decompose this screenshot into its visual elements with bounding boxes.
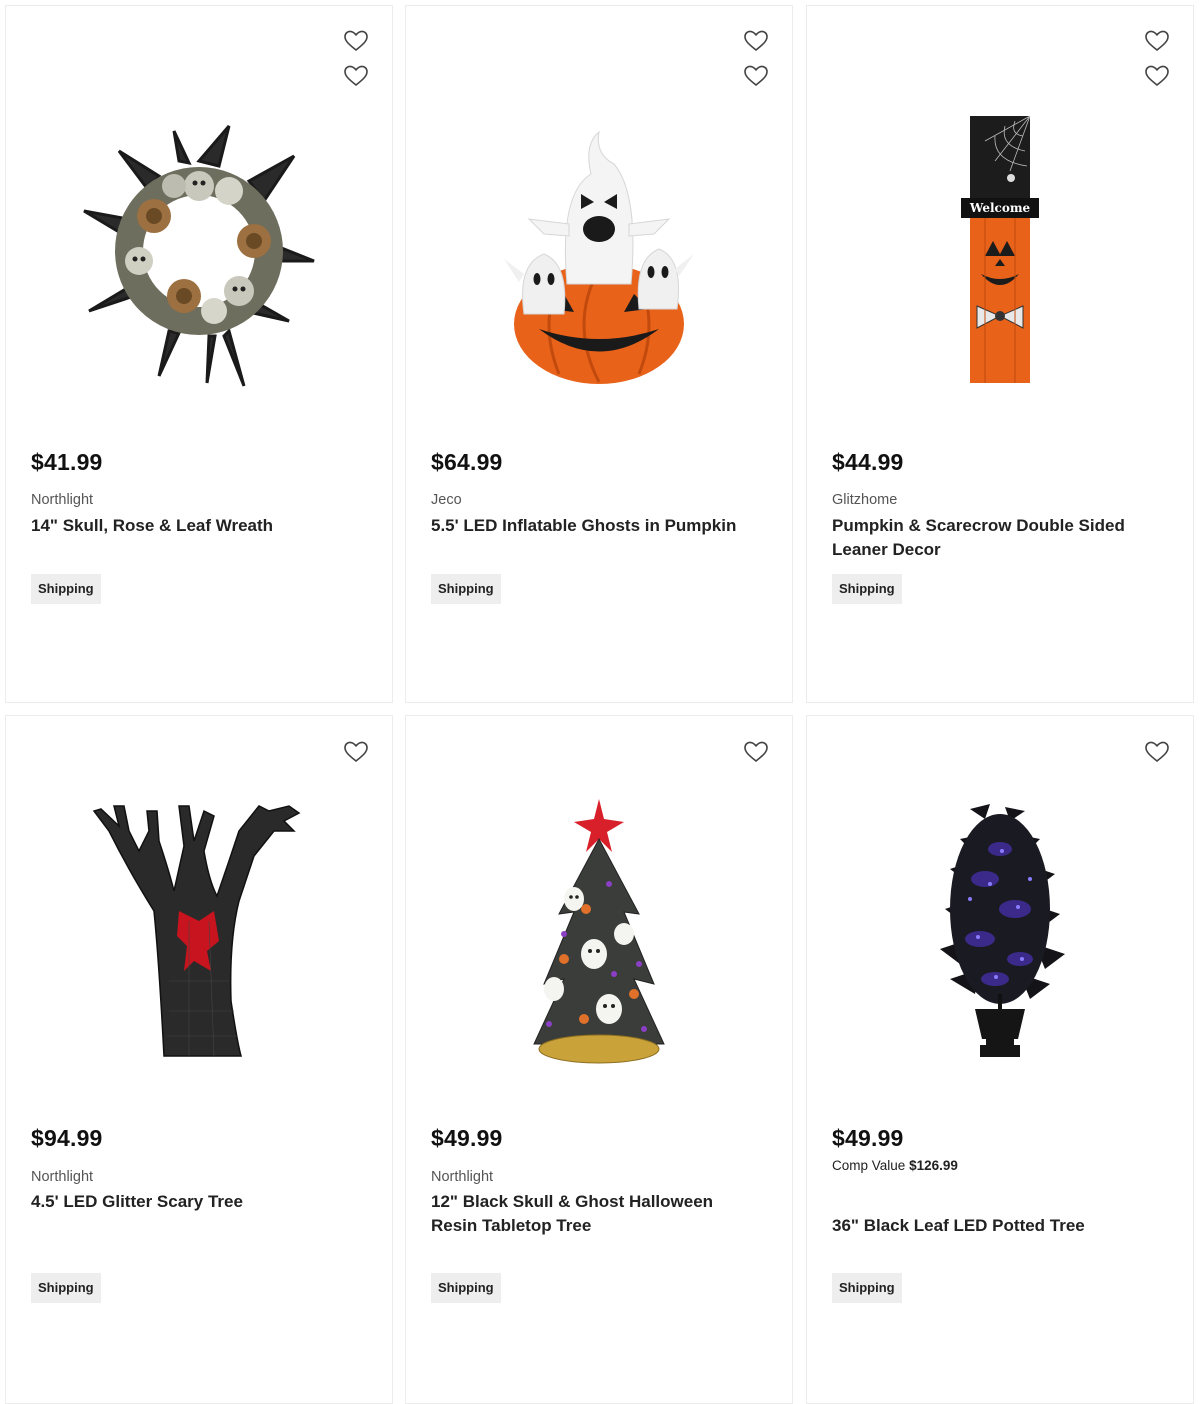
product-image-wreath[interactable] [6, 116, 392, 396]
product-card[interactable]: $94.99 Northlight 4.5' LED Glitter Scary… [5, 715, 393, 1404]
product-title[interactable]: Pumpkin & Scarecrow Double Sided Leaner … [832, 514, 1162, 562]
product-card[interactable]: $41.99 Northlight 14" Skull, Rose & Leaf… [5, 5, 393, 703]
product-brand[interactable]: Jeco [431, 492, 462, 508]
product-card[interactable]: $64.99 Jeco 5.5' LED Inflatable Ghosts i… [405, 5, 793, 703]
product-title[interactable]: 5.5' LED Inflatable Ghosts in Pumpkin [431, 514, 761, 538]
product-card[interactable]: $49.99 Northlight 12" Black Skull & Ghos… [405, 715, 793, 1404]
heart-icon[interactable] [743, 64, 769, 88]
welcome-sign: Welcome [969, 201, 1031, 215]
product-brand[interactable]: Northlight [31, 1169, 93, 1185]
product-price: $49.99 [431, 1125, 503, 1151]
product-price: $49.99 [832, 1125, 904, 1151]
product-card[interactable]: $49.99 Comp Value $126.99 36" Black Leaf… [806, 715, 1194, 1404]
product-brand[interactable]: Northlight [31, 492, 93, 508]
product-title[interactable]: 4.5' LED Glitter Scary Tree [31, 1190, 361, 1214]
shipping-badge: Shipping [431, 574, 501, 604]
heart-icon[interactable] [343, 29, 369, 53]
product-price: $44.99 [832, 449, 904, 475]
comp-value: Comp Value $126.99 [832, 1158, 958, 1173]
heart-icon[interactable] [743, 29, 769, 53]
heart-icon[interactable] [743, 740, 769, 764]
product-price: $64.99 [431, 449, 503, 475]
shipping-badge: Shipping [832, 574, 902, 604]
product-card[interactable]: Welcome $44.99 Glitzhome Pumpkin & Scare… [806, 5, 1194, 703]
product-price: $94.99 [31, 1125, 103, 1151]
shipping-badge: Shipping [31, 574, 101, 604]
product-image-inflatable[interactable] [406, 116, 792, 396]
product-title[interactable]: 36" Black Leaf LED Potted Tree [832, 1214, 1162, 1238]
product-image-potted-tree[interactable] [807, 796, 1193, 1066]
product-brand[interactable]: Northlight [431, 1169, 493, 1185]
product-title[interactable]: 14" Skull, Rose & Leaf Wreath [31, 514, 361, 538]
product-brand[interactable]: Glitzhome [832, 492, 897, 508]
comp-value-label: Comp Value [832, 1158, 906, 1173]
product-price: $41.99 [31, 449, 103, 475]
shipping-badge: Shipping [31, 1273, 101, 1303]
heart-icon[interactable] [1144, 740, 1170, 764]
comp-value-amount: $126.99 [909, 1158, 958, 1173]
heart-icon[interactable] [1144, 64, 1170, 88]
heart-icon[interactable] [343, 64, 369, 88]
product-image-scary-tree[interactable] [6, 796, 392, 1066]
shipping-badge: Shipping [431, 1273, 501, 1303]
shipping-badge: Shipping [832, 1273, 902, 1303]
heart-icon[interactable] [343, 740, 369, 764]
product-image-leaner[interactable]: Welcome [807, 116, 1193, 386]
product-image-tabletop-tree[interactable] [406, 791, 792, 1071]
product-title[interactable]: 12" Black Skull & Ghost Halloween Resin … [431, 1190, 761, 1238]
heart-icon[interactable] [1144, 29, 1170, 53]
